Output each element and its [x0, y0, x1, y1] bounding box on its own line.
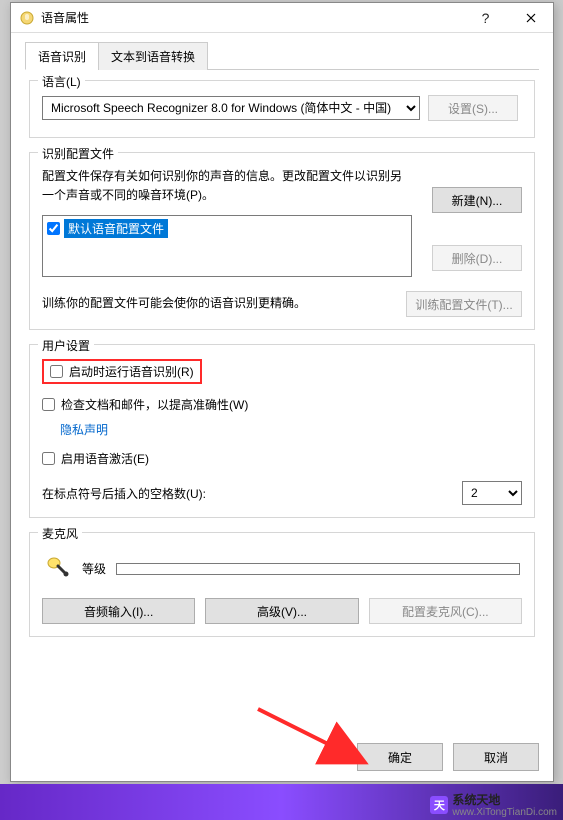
tab-text-to-speech[interactable]: 文本到语音转换 — [98, 42, 208, 70]
help-button[interactable]: ? — [463, 3, 508, 33]
spaces-after-punct-label: 在标点符号后插入的空格数(U): — [42, 485, 206, 502]
profile-group: 识别配置文件 配置文件保存有关如何识别你的声音的信息。更改配置文件以识别另一个声… — [29, 152, 535, 330]
group-title-mic: 麦克风 — [38, 525, 82, 542]
new-profile-button[interactable]: 新建(N)... — [432, 187, 522, 213]
cancel-button[interactable]: 取消 — [453, 743, 539, 771]
settings-button: 设置(S)... — [428, 95, 518, 121]
enable-activation-label: 启用语音激活(E) — [61, 450, 149, 467]
level-label: 等级 — [82, 560, 106, 577]
user-settings-group: 用户设置 启动时运行语音识别(R) 检查文档和邮件，以提高准确性(W) 隐私声明… — [29, 344, 535, 518]
profile-item-checkbox[interactable] — [47, 222, 60, 235]
microphone-icon — [44, 553, 72, 584]
close-button[interactable] — [508, 3, 553, 33]
review-docs-checkbox[interactable] — [42, 398, 55, 411]
train-desc: 训练你的配置文件可能会使你的语音识别更精确。 — [42, 294, 396, 313]
group-title-user: 用户设置 — [38, 337, 94, 354]
delete-profile-button: 删除(D)... — [432, 245, 522, 271]
title-bar[interactable]: 语音属性 ? — [11, 3, 553, 33]
ok-button[interactable]: 确定 — [357, 743, 443, 771]
spaces-after-punct-select[interactable]: 2 — [462, 481, 522, 505]
watermark: 天 系统天地 www.XiTongTianDi.com — [430, 791, 557, 818]
review-docs-label: 检查文档和邮件，以提高准确性(W) — [61, 396, 248, 413]
microphone-group: 麦克风 等级 音频输入(I)... 高级(V)... 配置麦克风(C)... — [29, 532, 535, 637]
group-title-profile: 识别配置文件 — [38, 145, 118, 162]
watermark-logo-icon: 天 — [430, 796, 448, 814]
enable-activation-checkbox[interactable] — [42, 452, 55, 465]
audio-input-button[interactable]: 音频输入(I)... — [42, 598, 195, 624]
highlight-annotation: 启动时运行语音识别(R) — [42, 359, 202, 384]
group-title-language: 语言(L) — [38, 73, 85, 90]
advanced-button[interactable]: 高级(V)... — [205, 598, 358, 624]
recognizer-select[interactable]: Microsoft Speech Recognizer 8.0 for Wind… — [42, 96, 420, 120]
train-profile-button: 训练配置文件(T)... — [406, 291, 522, 317]
profile-desc: 配置文件保存有关如何识别你的声音的信息。更改配置文件以识别另一个声音或不同的噪音… — [42, 167, 412, 205]
app-icon — [19, 10, 35, 26]
dialog-footer: 确定 取消 — [357, 743, 539, 771]
run-at-startup-checkbox[interactable] — [50, 365, 63, 378]
language-group: 语言(L) Microsoft Speech Recognizer 8.0 fo… — [29, 80, 535, 138]
privacy-link[interactable]: 隐私声明 — [60, 421, 108, 438]
watermark-text: 系统天地 — [452, 793, 500, 807]
speech-properties-dialog: 语音属性 ? 语音识别 文本到语音转换 语言(L) Microsoft Spee… — [10, 2, 554, 782]
watermark-url: www.XiTongTianDi.com — [452, 808, 557, 818]
window-title: 语音属性 — [41, 9, 463, 26]
profile-item-label: 默认语音配置文件 — [64, 219, 168, 238]
dialog-content: 语音识别 文本到语音转换 语言(L) Microsoft Speech Reco… — [11, 33, 553, 701]
tab-strip: 语音识别 文本到语音转换 — [25, 41, 539, 70]
configure-mic-button: 配置麦克风(C)... — [369, 598, 522, 624]
tab-speech-recognition[interactable]: 语音识别 — [25, 42, 99, 70]
run-at-startup-label: 启动时运行语音识别(R) — [69, 363, 194, 380]
mic-level-meter — [116, 563, 520, 575]
